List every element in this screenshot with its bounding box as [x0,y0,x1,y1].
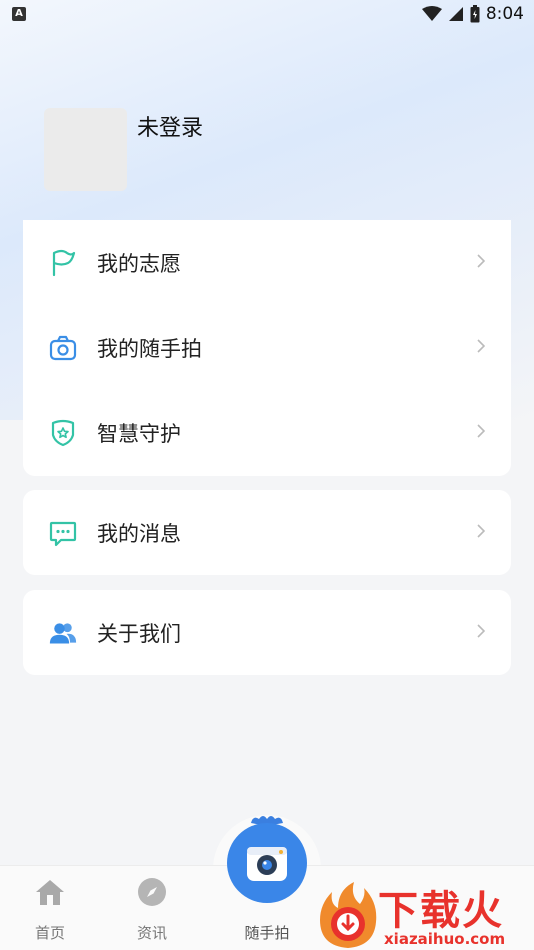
flag-icon [49,249,77,277]
menu-label: 关于我们 [97,621,181,646]
chevron-right-icon [477,253,486,272]
login-status-label[interactable]: 未登录 [137,110,203,142]
chevron-right-icon [477,338,486,357]
cell-signal-icon [448,7,463,21]
chevron-right-icon [477,623,486,642]
home-icon [34,876,66,908]
wifi-icon [421,6,442,21]
users-icon [49,619,77,647]
chevron-right-icon [477,523,486,542]
tab-label: 随手拍 [244,924,290,942]
camera-icon [49,334,77,362]
menu-label: 我的随手拍 [97,336,202,361]
watermark-text: 下载火 [378,888,504,934]
menu-item-about-us[interactable]: 关于我们 [23,590,511,675]
menu-card-primary: 我的志愿 我的随手拍 智慧守护 [23,220,511,476]
compass-icon [136,876,168,908]
tab-home[interactable]: 首页 [15,866,85,950]
menu-item-my-volunteer[interactable]: 我的志愿 [23,220,511,305]
battery-icon [470,5,480,23]
notification-icon: A [12,7,26,21]
menu-card-about: 关于我们 [23,590,511,675]
menu-card-messages: 我的消息 [23,490,511,575]
status-bar: A 8:04 [0,0,534,28]
chevron-right-icon [477,423,486,442]
menu-label: 我的消息 [97,521,181,546]
watermark-url: xiazaihuo.com [384,930,506,948]
menu-item-my-snapshots[interactable]: 我的随手拍 [23,305,511,390]
flame-logo-icon [320,882,377,948]
avatar[interactable] [44,108,127,191]
menu-item-my-messages[interactable]: 我的消息 [23,490,511,575]
snapshot-camera-button[interactable] [223,813,311,903]
message-icon [49,519,77,547]
status-time: 8:04 [485,4,524,24]
tab-news[interactable]: 资讯 [117,866,187,950]
tab-label: 资讯 [136,924,167,942]
menu-label: 智慧守护 [97,421,181,446]
tab-label: 首页 [34,924,65,942]
menu-label: 我的志愿 [97,251,181,276]
menu-item-smart-guard[interactable]: 智慧守护 [23,390,511,475]
watermark: 下载火 xiazaihuo.com [316,880,534,950]
shield-star-icon [49,419,77,447]
